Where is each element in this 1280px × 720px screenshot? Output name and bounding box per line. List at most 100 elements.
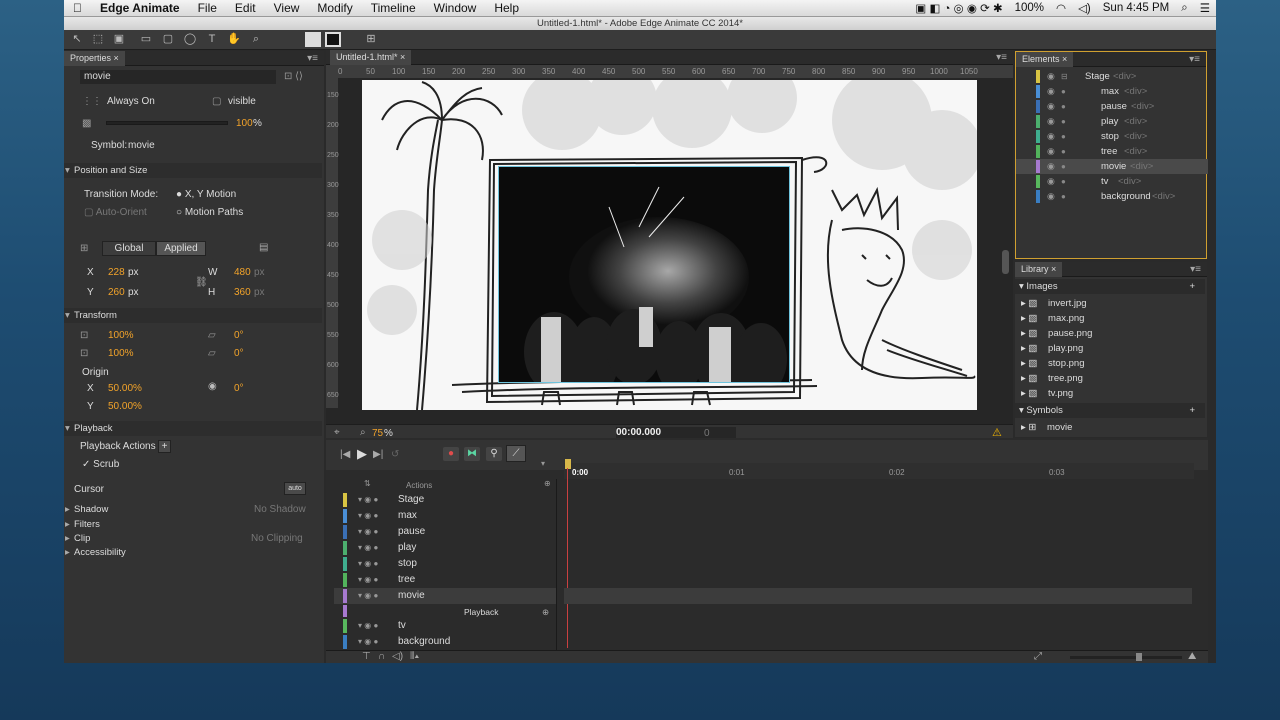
library-image-item[interactable]: ▸ ▧ max.png — [1015, 311, 1205, 326]
menu-modify[interactable]: Modify — [308, 1, 361, 15]
link-icon[interactable]: ⛓ — [195, 277, 208, 288]
skew-x-value[interactable]: 0° — [234, 330, 244, 341]
playhead-handle[interactable] — [565, 459, 571, 469]
cursor-select[interactable]: auto — [284, 482, 306, 495]
library-menu-icon[interactable]: ▾≡ — [1190, 262, 1201, 277]
hand-tool-icon[interactable]: ✋ — [226, 32, 242, 47]
tab-library[interactable]: Library × — [1015, 262, 1063, 277]
element-row-stage[interactable]: ◉ ⊟ Stage <div> — [1016, 69, 1208, 84]
fill-color-icon[interactable] — [305, 32, 321, 47]
layer-row-movie[interactable]: ▾ ◉ ● movie — [334, 588, 556, 604]
border-color-icon[interactable] — [325, 32, 341, 47]
sound-icon[interactable]: ◁) — [392, 651, 403, 662]
app-menu[interactable]: Edge Animate — [91, 1, 189, 15]
section-position-size[interactable]: Position and Size — [64, 163, 322, 178]
volume-icon[interactable]: ◁) — [1072, 1, 1097, 15]
menu-file[interactable]: File — [189, 1, 226, 15]
skew-y-value[interactable]: 0° — [234, 348, 244, 359]
library-image-item[interactable]: ▸ ▧ pause.png — [1015, 326, 1205, 341]
elements-menu-icon[interactable]: ▾≡ — [1189, 52, 1200, 67]
w-value[interactable]: 480 — [234, 267, 251, 278]
stage-settings-icon[interactable]: ⌖ — [334, 427, 340, 438]
library-symbols-header[interactable]: ▾ Symbols + — [1015, 403, 1205, 418]
grid-snap-icon[interactable]: ⦀▴ — [410, 651, 419, 662]
library-image-item[interactable]: ▸ ▧ tv.png — [1015, 386, 1205, 401]
loop-icon[interactable]: ↺ — [391, 449, 399, 460]
go-to-end-icon[interactable]: ▶| — [373, 449, 383, 460]
stage-menu-icon[interactable]: ▾≡ — [996, 50, 1007, 65]
rotate-value[interactable]: 0° — [234, 383, 244, 394]
scale-x-value[interactable]: 100% — [108, 330, 134, 341]
element-row-movie[interactable]: ◉ ● movie <div> — [1016, 159, 1208, 174]
zoom-fit-icon[interactable]: ⤢ — [1034, 651, 1042, 662]
menu-help[interactable]: Help — [485, 1, 528, 15]
element-row-tv[interactable]: ◉ ● tv <div> — [1016, 174, 1208, 189]
h-value[interactable]: 360 — [234, 287, 251, 298]
layer-row-stage[interactable]: ▾ ◉ ● Stage — [334, 492, 556, 508]
play-icon[interactable]: ▶ — [357, 446, 367, 462]
tab-document[interactable]: Untitled-1.html* × — [330, 50, 412, 65]
element-row-pause[interactable]: ◉ ● pause <div> — [1016, 99, 1208, 114]
rectangle-tool-icon[interactable]: ▭ — [138, 32, 154, 47]
magnet-icon[interactable]: ∩ — [378, 651, 385, 662]
go-to-start-icon[interactable]: |◀ — [340, 449, 350, 460]
section-transform[interactable]: Transform — [64, 308, 322, 323]
layer-row-pause[interactable]: ▾ ◉ ● pause — [334, 524, 556, 540]
tab-properties[interactable]: Properties × — [64, 51, 125, 66]
library-image-item[interactable]: ▸ ▧ invert.jpg — [1015, 296, 1205, 311]
opacity-slider[interactable] — [106, 121, 228, 125]
apple-icon[interactable]:  — [64, 1, 91, 15]
select-tool-icon[interactable]: ↖ — [69, 32, 85, 47]
playback-subrow[interactable]: Playback ⊕ — [334, 604, 556, 618]
global-button[interactable]: Global — [102, 241, 156, 256]
section-playback[interactable]: Playback — [64, 421, 322, 436]
list-icon[interactable]: ☰ — [1194, 1, 1216, 15]
clock[interactable]: Sun 4:45 PM — [1097, 2, 1175, 14]
library-image-item[interactable]: ▸ ▧ stop.png — [1015, 356, 1205, 371]
wifi-icon[interactable]: ◠ — [1050, 1, 1072, 15]
element-name-field[interactable]: movie — [80, 70, 276, 84]
motion-paths-radio[interactable]: ○ Motion Paths — [176, 207, 243, 218]
layer-row-stop[interactable]: ▾ ◉ ● stop — [334, 556, 556, 572]
origin-y-value[interactable]: 50.00% — [108, 401, 142, 412]
transform-tool-icon[interactable]: ⬚ — [90, 32, 106, 47]
clipping-tool-icon[interactable]: ▣ — [111, 32, 127, 47]
layer-row-background[interactable]: ▾ ◉ ● background — [334, 634, 556, 650]
section-accessibility[interactable]: Accessibility — [64, 545, 322, 560]
element-row-background[interactable]: ◉ ● background <div> — [1016, 189, 1208, 204]
library-images-header[interactable]: ▾ Images + — [1015, 279, 1205, 294]
marker-icon[interactable]: ⚲ — [486, 447, 502, 461]
text-tool-icon[interactable]: T — [204, 32, 220, 47]
zoom-slider[interactable] — [1070, 656, 1182, 659]
layer-row-tree[interactable]: ▾ ◉ ● tree — [334, 572, 556, 588]
zoom-slider-thumb[interactable] — [1136, 653, 1142, 661]
layer-row-max[interactable]: ▾ ◉ ● max — [334, 508, 556, 524]
ellipse-tool-icon[interactable]: ◯ — [182, 32, 198, 47]
add-playback-action-button[interactable]: + — [158, 440, 171, 453]
origin-x-value[interactable]: 50.00% — [108, 383, 142, 394]
pin-icon[interactable]: ⧓ — [464, 447, 480, 461]
scrub-checkbox[interactable]: ✓ Scrub — [82, 459, 119, 470]
stage-vscroll[interactable] — [1002, 250, 1009, 274]
timeline-options-icon[interactable]: ▾ — [541, 459, 545, 468]
battery-label[interactable]: 100% — [1009, 2, 1050, 14]
zoom-tool-icon[interactable]: ⌕ — [248, 32, 264, 47]
record-icon[interactable]: ● — [443, 447, 459, 461]
y-value[interactable]: 260 — [108, 287, 125, 298]
zoom-in-icon[interactable]: ⛰ — [1188, 651, 1196, 662]
menu-window[interactable]: Window — [425, 1, 486, 15]
movie-symbol[interactable] — [498, 166, 790, 397]
menu-edit[interactable]: Edit — [226, 1, 265, 15]
library-image-item[interactable]: ▸ ▧ play.png — [1015, 341, 1205, 356]
opacity-value[interactable]: 100 — [236, 118, 253, 129]
filter-icon[interactable]: ⊤ — [362, 651, 371, 662]
tab-elements[interactable]: Elements × — [1016, 52, 1074, 67]
x-value[interactable]: 228 — [108, 267, 125, 278]
overflow-select[interactable]: Always On — [107, 96, 155, 107]
time-ruler[interactable]: 0:00 0:01 0:02 0:03 — [564, 463, 1194, 479]
layer-row-play[interactable]: ▾ ◉ ● play — [334, 540, 556, 556]
rounded-rect-tool-icon[interactable]: ▢ — [160, 32, 176, 47]
panel-menu-icon[interactable]: ▾≡ — [307, 51, 318, 66]
grid-icon[interactable]: ⊞ — [363, 32, 379, 47]
search-icon[interactable]: ⌕ — [1175, 2, 1193, 15]
